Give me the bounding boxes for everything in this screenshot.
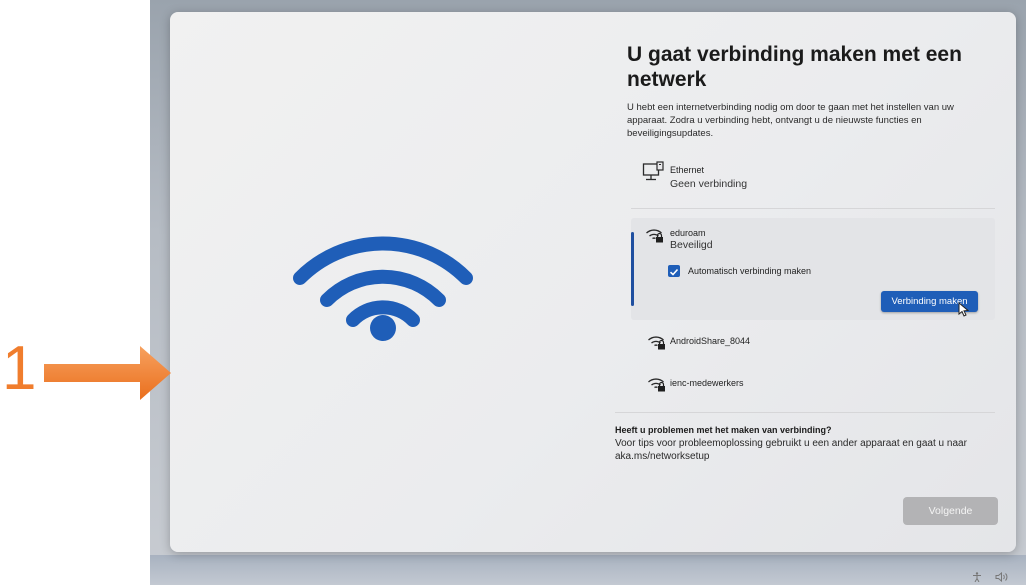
wifi-illustration-icon bbox=[293, 236, 473, 341]
checkmark-icon bbox=[669, 268, 679, 276]
selection-indicator bbox=[631, 232, 634, 306]
network-name: AndroidShare_8044 bbox=[670, 336, 751, 346]
wifi-secured-icon bbox=[646, 229, 663, 243]
page-description: U hebt een internetverbinding nodig om d… bbox=[627, 102, 954, 139]
help-title: Heeft u problemen met het maken van verb… bbox=[615, 425, 832, 435]
divider bbox=[631, 208, 995, 209]
auto-connect-label: Automatisch verbinding maken bbox=[688, 266, 812, 276]
network-status: Geen verbinding bbox=[670, 178, 748, 190]
step-number-annotation: 1 bbox=[2, 334, 37, 403]
auto-connect-checkbox[interactable] bbox=[668, 265, 680, 277]
taskbar-strip bbox=[150, 555, 1026, 585]
wifi-secured-icon bbox=[648, 336, 665, 350]
page-title: U gaat verbinding maken met een netwerk bbox=[627, 43, 962, 91]
network-name: ienc-medewerkers bbox=[670, 378, 744, 388]
accessibility-icon[interactable] bbox=[972, 572, 982, 582]
help-text: Voor tips voor probleemoplossing gebruik… bbox=[615, 438, 967, 462]
network-status: Beveiligd bbox=[670, 239, 713, 251]
network-name: eduroam bbox=[670, 228, 706, 238]
mouse-cursor-icon bbox=[958, 302, 970, 317]
next-button[interactable]: Volgende bbox=[903, 497, 998, 525]
ethernet-icon bbox=[642, 161, 664, 181]
volume-icon[interactable] bbox=[995, 572, 1009, 582]
arrow-right-icon bbox=[44, 346, 171, 400]
network-name: Ethernet bbox=[670, 165, 705, 175]
divider bbox=[615, 412, 995, 413]
wifi-secured-icon bbox=[648, 378, 665, 392]
